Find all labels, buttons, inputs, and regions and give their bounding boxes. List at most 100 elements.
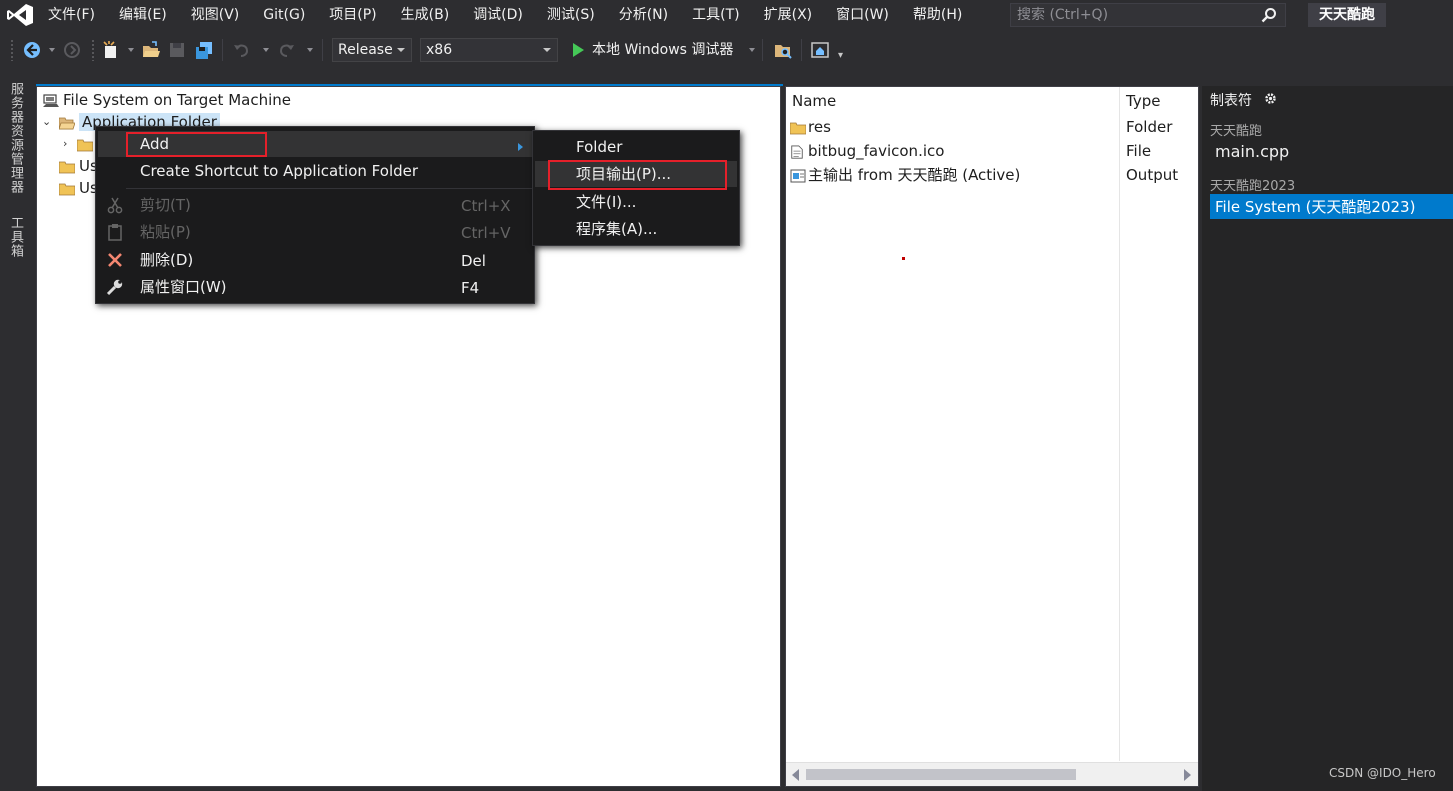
- undo-icon[interactable]: [232, 40, 252, 60]
- search-placeholder: 搜索 (Ctrl+Q): [1017, 7, 1109, 23]
- menu-view[interactable]: 视图(V): [179, 0, 252, 30]
- toolbar-separator: [222, 39, 223, 61]
- file-icon: [791, 144, 803, 159]
- scrollbar-thumb[interactable]: [806, 769, 1076, 780]
- menu-item-label: Create Shortcut to Application Folder: [140, 162, 419, 180]
- menu-git[interactable]: Git(G): [251, 0, 317, 30]
- chevron-right-icon[interactable]: ›: [63, 137, 67, 150]
- cut-icon: [107, 197, 123, 214]
- back-icon[interactable]: [22, 40, 42, 60]
- open-folder-icon: [59, 117, 75, 129]
- forward-icon[interactable]: [62, 40, 82, 60]
- tree-root[interactable]: File System on Target Machine: [43, 89, 291, 111]
- tab-item-main-cpp[interactable]: main.cpp: [1215, 142, 1289, 161]
- configuration-select[interactable]: Release: [332, 38, 412, 62]
- delete-icon: [108, 253, 122, 267]
- submenu-item-assembly[interactable]: 程序集(A)...: [535, 216, 737, 242]
- submenu-item-file[interactable]: 文件(I)...: [535, 189, 737, 215]
- menu-tools[interactable]: 工具(T): [680, 0, 751, 30]
- toolbar-separator: [801, 39, 802, 61]
- project-output-icon: [790, 169, 806, 182]
- start-debugging-button[interactable]: 本地 Windows 调试器: [592, 39, 733, 61]
- server-explorer-tab[interactable]: 服务器资源管理器: [5, 82, 25, 194]
- menu-extensions[interactable]: 扩展(X): [752, 0, 825, 30]
- horizontal-scrollbar[interactable]: [786, 762, 1198, 786]
- menu-item-create-shortcut[interactable]: Create Shortcut to Application Folder: [98, 158, 532, 184]
- chevron-right-icon: [518, 143, 523, 151]
- folder-icon: [59, 183, 75, 195]
- list-item[interactable]: 主输出 from 天天酷跑 (Active): [790, 163, 1020, 187]
- scroll-left-icon[interactable]: [792, 769, 799, 781]
- menu-item-label: 粘贴(P): [140, 223, 191, 241]
- list-item-type: Output: [1126, 166, 1179, 184]
- menu-window[interactable]: 窗口(W): [824, 0, 901, 30]
- computer-icon: [43, 93, 59, 107]
- menu-debug[interactable]: 调试(D): [461, 0, 535, 30]
- list-item[interactable]: bitbug_favicon.ico: [790, 139, 944, 163]
- visual-studio-logo-icon[interactable]: [6, 3, 34, 27]
- tree-root-label: File System on Target Machine: [63, 91, 291, 109]
- configuration-value: Release: [338, 42, 393, 58]
- list-item-type: File: [1126, 142, 1152, 160]
- highlight-box: [126, 132, 267, 157]
- menu-items: 文件(F) 编辑(E) 视图(V) Git(G) 项目(P) 生成(B) 调试(…: [36, 0, 974, 30]
- toolbar-grip[interactable]: [91, 39, 95, 61]
- list-item-type: Folder: [1126, 118, 1173, 136]
- save-all-icon[interactable]: [194, 40, 214, 60]
- platform-select[interactable]: x86: [420, 38, 558, 62]
- left-dock-tabs: 服务器资源管理器 工具箱: [0, 82, 30, 791]
- file-list-panel[interactable]: Name Type res Folder bitbug_favicon.ico …: [785, 86, 1199, 787]
- chevron-down-icon: [543, 48, 551, 52]
- open-folder-icon[interactable]: [141, 40, 161, 60]
- home-window-icon[interactable]: [810, 40, 830, 60]
- tree-item-user-folder-2[interactable]: Us: [59, 177, 98, 199]
- standard-toolbar: Release x86 本地 Windows 调试器 ▾: [0, 30, 1453, 70]
- undo-dropdown-icon[interactable]: [263, 48, 269, 52]
- debugger-dropdown-icon[interactable]: [749, 48, 755, 52]
- search-icon[interactable]: [1261, 7, 1277, 23]
- menu-item-label: 删除(D): [140, 251, 194, 269]
- new-project-icon[interactable]: [101, 40, 121, 60]
- submenu-item-folder[interactable]: Folder: [535, 134, 737, 160]
- redo-icon[interactable]: [276, 40, 296, 60]
- gear-icon[interactable]: [1264, 92, 1277, 105]
- find-in-files-icon[interactable]: [773, 40, 793, 60]
- chevron-down-icon: [397, 48, 405, 52]
- save-icon[interactable]: [167, 40, 187, 60]
- column-header-type[interactable]: Type: [1126, 92, 1160, 110]
- menu-help[interactable]: 帮助(H): [901, 0, 974, 30]
- start-debugging-icon[interactable]: [568, 40, 588, 60]
- back-dropdown-icon[interactable]: [49, 48, 55, 52]
- tree-item-user-folder-1[interactable]: Us: [59, 155, 98, 177]
- platform-value: x86: [426, 42, 453, 58]
- menu-item-label: Folder: [576, 138, 623, 156]
- menu-edit[interactable]: 编辑(E): [107, 0, 179, 30]
- solution-title: 天天酷跑: [1308, 3, 1386, 27]
- menu-test[interactable]: 测试(S): [535, 0, 607, 30]
- menu-file[interactable]: 文件(F): [36, 0, 107, 30]
- tree-item-subfolder[interactable]: [77, 133, 97, 155]
- chevron-down-icon[interactable]: ⌄: [42, 115, 51, 128]
- menu-build[interactable]: 生成(B): [389, 0, 462, 30]
- toolbar-overflow-icon[interactable]: ▾: [838, 51, 843, 61]
- menu-analyze[interactable]: 分析(N): [607, 0, 680, 30]
- search-input[interactable]: 搜索 (Ctrl+Q): [1010, 3, 1286, 27]
- tab-item-file-system[interactable]: File System (天天酷跑2023): [1210, 194, 1453, 219]
- shortcut-cut: Ctrl+X: [461, 197, 511, 215]
- menu-item-label: 文件(I)...: [576, 193, 637, 211]
- scroll-right-icon[interactable]: [1184, 769, 1191, 781]
- highlight-box: [548, 160, 727, 190]
- folder-icon: [59, 161, 75, 173]
- new-project-dropdown-icon[interactable]: [128, 48, 134, 52]
- redo-dropdown-icon[interactable]: [307, 48, 313, 52]
- tab-item-label: File System (天天酷跑2023): [1215, 198, 1416, 216]
- toolbar-grip[interactable]: [10, 39, 14, 61]
- menu-project[interactable]: 项目(P): [317, 0, 388, 30]
- toolbox-tab[interactable]: 工具箱: [5, 216, 25, 258]
- column-divider[interactable]: [1119, 87, 1120, 761]
- list-item[interactable]: res: [790, 115, 831, 139]
- watermark: CSDN @IDO_Hero: [1329, 766, 1436, 780]
- list-item-name: res: [808, 118, 831, 136]
- shortcut-paste: Ctrl+V: [461, 224, 511, 242]
- column-header-name[interactable]: Name: [792, 92, 836, 110]
